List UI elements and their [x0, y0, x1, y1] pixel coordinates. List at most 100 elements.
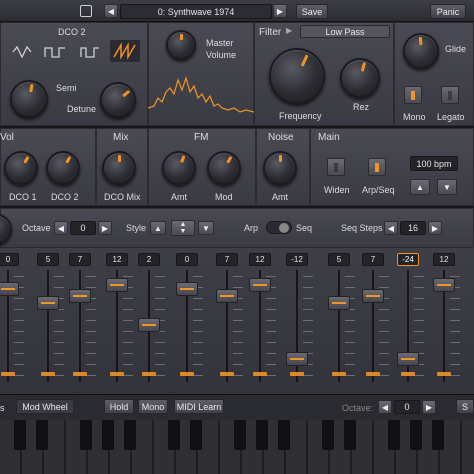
step-value-3[interactable]: 7 [69, 253, 91, 266]
black-key[interactable] [234, 420, 246, 450]
preset-name-field[interactable]: 0: Synthwave 1974 [120, 4, 272, 19]
black-key[interactable] [124, 420, 136, 450]
black-key[interactable] [256, 420, 268, 450]
bottom-octave-up-button[interactable]: ▶ [422, 400, 436, 414]
step-fader-cap-11[interactable] [362, 289, 384, 303]
hold-button[interactable]: Hold [104, 399, 134, 414]
dco2-vol-knob[interactable] [46, 151, 80, 185]
rez-label: Rez [353, 102, 370, 112]
step-value-7[interactable]: 7 [216, 253, 238, 266]
step-fader-cap-8[interactable] [249, 278, 271, 292]
dco1-knob[interactable] [4, 151, 38, 185]
bottom-partial-button[interactable]: S [456, 399, 474, 414]
dco-mix-knob[interactable] [102, 151, 136, 185]
square-wave-icon[interactable] [44, 44, 66, 60]
octave-up-button[interactable]: ▶ [98, 221, 112, 235]
step-value-9[interactable]: -12 [286, 253, 308, 266]
save-button[interactable]: Save [296, 4, 328, 19]
arpseq-toggle[interactable] [368, 158, 386, 176]
style-updown-button[interactable]: ▲ ▼ [171, 220, 195, 236]
noise-amt-knob[interactable] [263, 151, 297, 185]
black-key[interactable] [102, 420, 114, 450]
widen-toggle[interactable] [327, 158, 345, 176]
black-key[interactable] [168, 420, 180, 450]
fader-tick [345, 353, 355, 354]
panic-button[interactable]: Panic [430, 4, 466, 19]
step-value-2[interactable]: 5 [37, 253, 59, 266]
bpm-up-button[interactable]: ▲ [410, 179, 430, 195]
dice-icon[interactable] [80, 5, 92, 17]
mod-wheel-button[interactable]: Mod Wheel [16, 399, 74, 414]
black-key[interactable] [388, 420, 400, 450]
black-key[interactable] [278, 420, 290, 450]
prev-preset-button[interactable]: ◀ [104, 4, 118, 18]
step-fader-cap-9[interactable] [286, 352, 308, 366]
black-key[interactable] [432, 420, 444, 450]
black-key[interactable] [190, 420, 202, 450]
bottom-octave-down-button[interactable]: ◀ [378, 400, 392, 414]
filter-mode-select[interactable]: Low Pass [300, 25, 390, 38]
detune-knob[interactable] [100, 82, 136, 118]
octave-down-button[interactable]: ◀ [54, 221, 68, 235]
step-fader-cap-7[interactable] [216, 289, 238, 303]
step-value-8[interactable]: 12 [249, 253, 271, 266]
step-value-4[interactable]: 12 [106, 253, 128, 266]
bpm-field[interactable]: 100 bpm [410, 156, 458, 171]
black-key[interactable] [322, 420, 334, 450]
bottom-mono-button[interactable]: Mono [138, 399, 168, 414]
step-fader-cap-1[interactable] [0, 282, 19, 296]
vol-title: Vol [0, 132, 14, 143]
frequency-knob[interactable] [269, 48, 325, 104]
fm-amt-knob[interactable] [162, 151, 196, 185]
style-down-button[interactable]: ▼ [198, 221, 214, 235]
step-fader-cap-10[interactable] [328, 296, 350, 310]
fader-tick [123, 320, 133, 321]
widen-label: Widen [324, 185, 350, 195]
steps-up-button[interactable]: ▶ [428, 221, 442, 235]
step-value-5[interactable]: 2 [138, 253, 160, 266]
step-fader-cap-12[interactable] [397, 352, 419, 366]
step-value-12[interactable]: -24 [397, 253, 419, 266]
mono-toggle[interactable] [404, 86, 422, 104]
master-volume-knob[interactable] [166, 30, 196, 60]
steps-down-button[interactable]: ◀ [384, 221, 398, 235]
step-fader-track-3 [79, 270, 81, 382]
step-fader-cap-6[interactable] [176, 282, 198, 296]
saw-wave-icon[interactable] [110, 40, 140, 62]
bpm-down-button[interactable]: ▼ [437, 179, 457, 195]
arp-seq-switch[interactable] [266, 221, 292, 234]
step-value-1[interactable]: 0 [0, 253, 19, 266]
step-fader-cap-13[interactable] [433, 278, 455, 292]
step-value-11[interactable]: 7 [362, 253, 384, 266]
step-value-13[interactable]: 12 [433, 253, 455, 266]
step-value-10[interactable]: 5 [328, 253, 350, 266]
midi-learn-button[interactable]: MIDI Learn [174, 399, 224, 414]
glide-knob[interactable] [403, 33, 439, 69]
step-fader-cap-2[interactable] [37, 296, 59, 310]
black-key[interactable] [410, 420, 422, 450]
pulse-wave-icon[interactable] [80, 44, 100, 60]
semi-knob[interactable] [10, 80, 48, 118]
step-fader-cap-5[interactable] [138, 318, 160, 332]
fm-title: FM [194, 132, 209, 143]
filter-arrow-icon[interactable]: ▶ [286, 26, 292, 35]
next-preset-button[interactable]: ▶ [273, 4, 287, 18]
black-key[interactable] [80, 420, 92, 450]
black-key[interactable] [36, 420, 48, 450]
step-fader-cap-3[interactable] [69, 289, 91, 303]
black-key[interactable] [344, 420, 356, 450]
sine-wave-icon[interactable] [12, 44, 32, 60]
fader-tick [86, 353, 96, 354]
bottom-partial-left-label: s [0, 403, 5, 413]
style-label: Style [126, 223, 147, 233]
black-key[interactable] [14, 420, 26, 450]
fader-tick [303, 320, 313, 321]
style-up-button[interactable]: ▲ [150, 221, 166, 235]
rez-knob[interactable] [340, 58, 380, 98]
step-fader-cap-4[interactable] [106, 278, 128, 292]
legato-toggle[interactable] [441, 86, 459, 104]
fm-mod-knob[interactable] [207, 151, 241, 185]
fader-tick [303, 276, 313, 277]
step-value-6[interactable]: 0 [176, 253, 198, 266]
semi-label: Semi [56, 83, 77, 93]
